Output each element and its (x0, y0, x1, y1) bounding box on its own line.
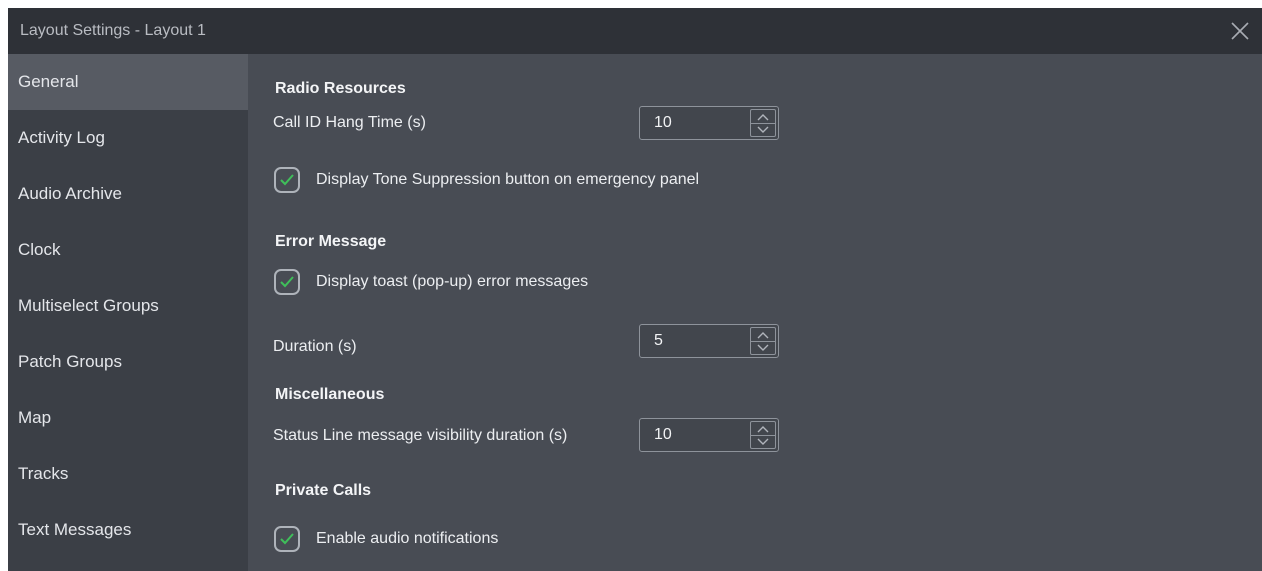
section-title-radio-resources: Radio Resources (275, 80, 406, 97)
sidebar-item-map[interactable]: Map (8, 390, 248, 446)
call-id-hang-time-value[interactable]: 10 (654, 107, 672, 139)
increment-button[interactable] (751, 110, 775, 124)
toast-errors-label: Display toast (pop-up) error messages (316, 273, 589, 290)
title-bar: Layout Settings - Layout 1 (8, 8, 1262, 54)
call-id-hang-time-spinbox[interactable]: 10 (639, 106, 779, 140)
general-settings-panel: Radio Resources Call ID Hang Time (s) 10… (248, 54, 1262, 571)
audio-notifications-checkbox-row[interactable]: Enable audio notifications (274, 526, 498, 552)
section-title-miscellaneous: Miscellaneous (275, 386, 385, 403)
duration-spinbox[interactable]: 5 (639, 324, 779, 358)
duration-value[interactable]: 5 (654, 325, 663, 357)
toast-errors-checkbox-row[interactable]: Display toast (pop-up) error messages (274, 269, 588, 295)
sidebar-item-audio-archive[interactable]: Audio Archive (8, 166, 248, 222)
sidebar-item-clock[interactable]: Clock (8, 222, 248, 278)
layout-settings-dialog: Layout Settings - Layout 1 General Activ… (8, 8, 1262, 571)
status-line-visibility-label: Status Line message visibility duration … (273, 427, 568, 444)
spin-buttons (750, 109, 776, 137)
close-button[interactable] (1226, 17, 1254, 45)
call-id-hang-time-label: Call ID Hang Time (s) (273, 114, 426, 131)
chevron-up-icon (757, 113, 769, 120)
spin-buttons (750, 421, 776, 449)
tone-suppression-label: Display Tone Suppression button on emerg… (316, 171, 700, 188)
duration-label: Duration (s) (273, 338, 357, 355)
increment-button[interactable] (751, 422, 775, 436)
status-line-visibility-value[interactable]: 10 (654, 419, 672, 451)
chevron-down-icon (757, 126, 769, 133)
status-line-visibility-spinbox[interactable]: 10 (639, 418, 779, 452)
chevron-down-icon (757, 438, 769, 445)
decrement-button[interactable] (751, 435, 775, 448)
sidebar-item-multiselect-groups[interactable]: Multiselect Groups (8, 278, 248, 334)
chevron-up-icon (757, 425, 769, 432)
chevron-down-icon (757, 344, 769, 351)
toast-errors-checkbox[interactable] (274, 269, 300, 295)
tone-suppression-checkbox[interactable] (274, 167, 300, 193)
decrement-button[interactable] (751, 123, 775, 136)
chevron-up-icon (757, 331, 769, 338)
sidebar-item-general[interactable]: General (8, 54, 248, 110)
checkmark-icon (280, 174, 294, 186)
decrement-button[interactable] (751, 341, 775, 354)
window-title: Layout Settings - Layout 1 (20, 22, 206, 39)
sidebar-item-patch-groups[interactable]: Patch Groups (8, 334, 248, 390)
section-title-private-calls: Private Calls (275, 482, 372, 499)
sidebar-item-activity-log[interactable]: Activity Log (8, 110, 248, 166)
increment-button[interactable] (751, 328, 775, 342)
tone-suppression-checkbox-row[interactable]: Display Tone Suppression button on emerg… (274, 167, 699, 193)
sidebar-item-text-messages[interactable]: Text Messages (8, 502, 248, 558)
audio-notifications-checkbox[interactable] (274, 526, 300, 552)
spin-buttons (750, 327, 776, 355)
checkmark-icon (280, 533, 294, 545)
sidebar-item-tracks[interactable]: Tracks (8, 446, 248, 502)
close-icon (1231, 22, 1249, 40)
section-title-error-message: Error Message (275, 233, 387, 250)
checkmark-icon (280, 276, 294, 288)
audio-notifications-label: Enable audio notifications (316, 530, 499, 547)
settings-sidebar: General Activity Log Audio Archive Clock… (8, 54, 248, 571)
